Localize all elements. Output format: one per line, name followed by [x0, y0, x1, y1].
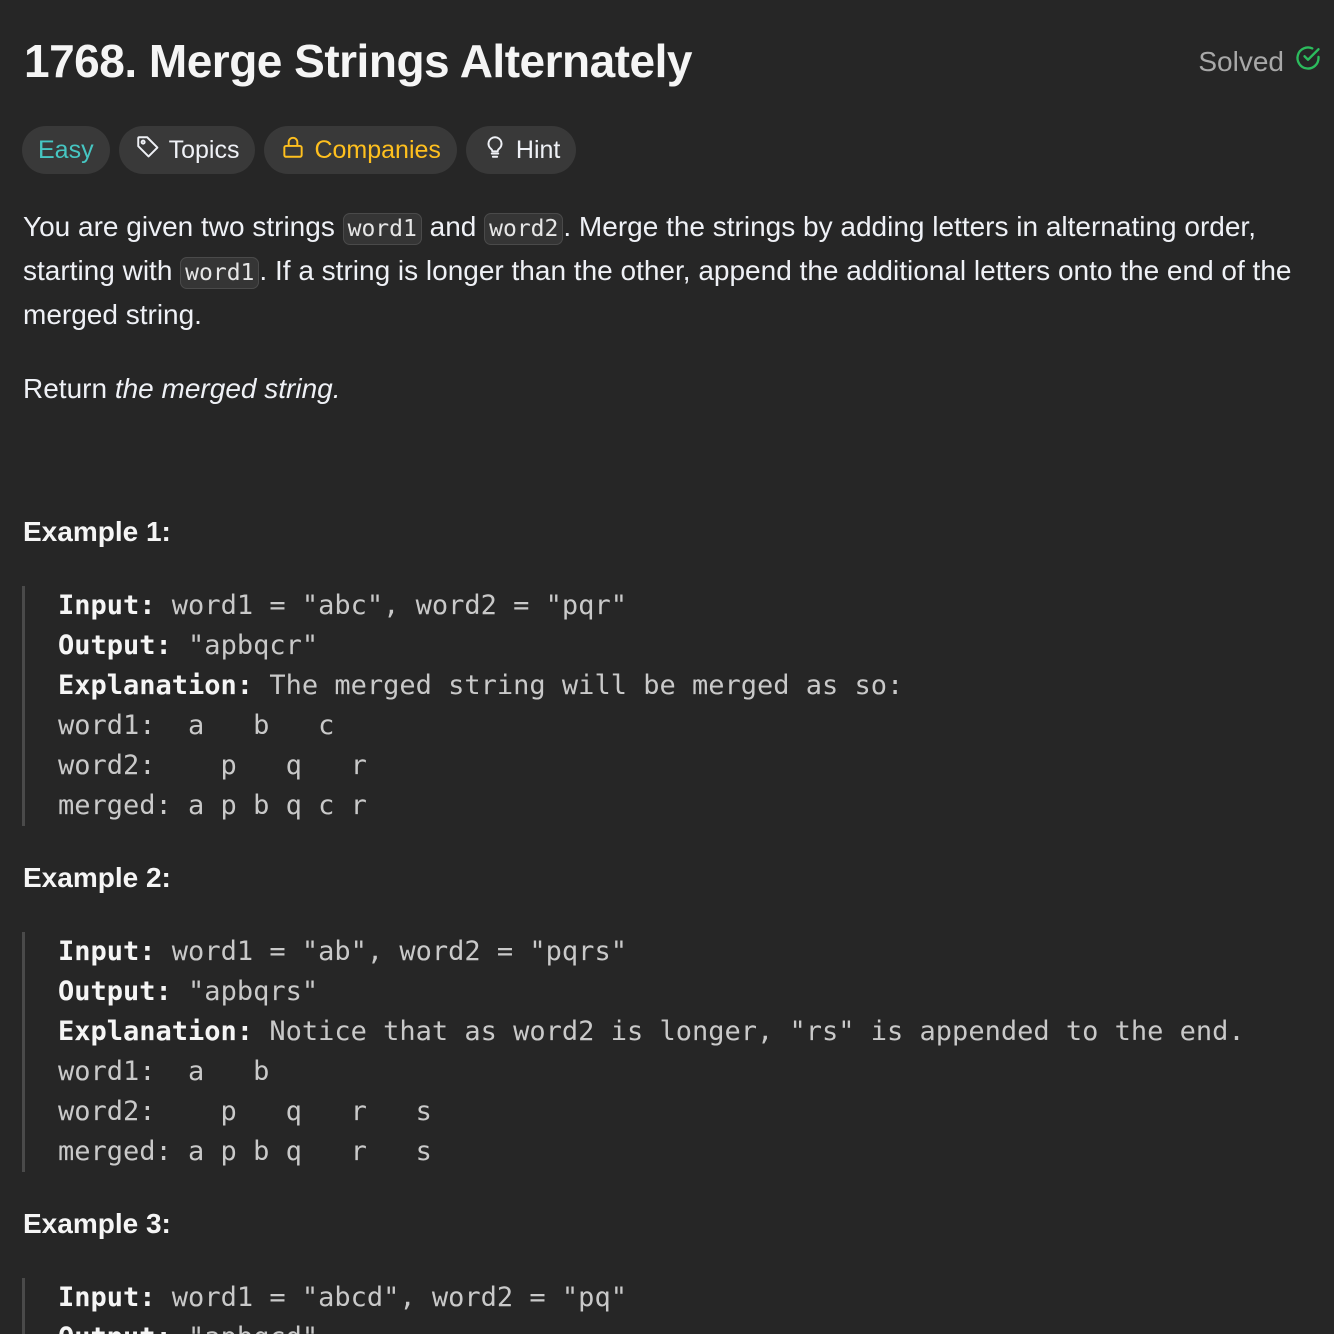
- example-output-row: Output: "apbqrs": [58, 972, 1245, 1012]
- example-2-title: Example 2:: [23, 862, 171, 893]
- example-1-block: Input: word1 = "abc", word2 = "pqr" Outpu…: [22, 586, 903, 826]
- lock-icon: [280, 134, 306, 167]
- example-output-row: Output: "apbqcd": [58, 1318, 627, 1334]
- output-label: Output:: [58, 1322, 172, 1334]
- solved-status: Solved: [1198, 44, 1322, 79]
- inline-code-word1: word1: [342, 213, 422, 245]
- companies-button[interactable]: Companies: [264, 126, 457, 174]
- description-paragraph: You are given two strings word1 and word…: [23, 206, 1323, 336]
- input-value: word1 = "ab", word2 = "pqrs": [155, 936, 627, 967]
- input-label: Input:: [58, 590, 156, 621]
- difficulty-badge[interactable]: Easy: [22, 126, 110, 174]
- explanation-label: Explanation:: [58, 670, 254, 701]
- example-output-row: Output: "apbqcr": [58, 626, 903, 666]
- example-detail-line: word1: a b: [58, 1056, 270, 1087]
- example-2-block: Input: word1 = "ab", word2 = "pqrs" Outpu…: [22, 932, 1245, 1172]
- tag-icon: [135, 134, 161, 167]
- explanation-value: Notice that as word2 is longer, "rs" is …: [253, 1016, 1245, 1047]
- topics-button[interactable]: Topics: [118, 126, 256, 174]
- example-detail-line: merged: a p b q c r: [58, 790, 367, 821]
- solved-label: Solved: [1198, 45, 1284, 77]
- example-input-row: Input: word1 = "abc", word2 = "pqr": [58, 586, 903, 626]
- lightbulb-icon: [482, 134, 508, 167]
- example-detail-line: word2: p q r: [58, 750, 367, 781]
- topics-label: Topics: [168, 135, 240, 164]
- problem-title: 1768. Merge Strings Alternately: [24, 35, 692, 87]
- example-detail-line: merged: a p b q r s: [58, 1136, 432, 1167]
- explanation-value: The merged string will be merged as so:: [253, 670, 904, 701]
- input-value: word1 = "abcd", word2 = "pq": [155, 1282, 627, 1313]
- example-input-row: Input: word1 = "abcd", word2 = "pq": [58, 1278, 627, 1318]
- explanation-label: Explanation:: [58, 1016, 254, 1047]
- hint-label: Hint: [515, 135, 561, 164]
- return-paragraph: Return the merged string.: [23, 368, 1323, 410]
- return-text: Return: [23, 373, 115, 404]
- companies-label: Companies: [314, 135, 441, 164]
- difficulty-label: Easy: [38, 135, 94, 164]
- example-explanation-row: Explanation: Notice that as word2 is lon…: [58, 1012, 1245, 1052]
- tag-bar: Easy Topics Companies Hint: [22, 126, 577, 174]
- input-label: Input:: [58, 1282, 156, 1313]
- example-1-title: Example 1:: [23, 516, 171, 547]
- example-explanation-row: Explanation: The merged string will be m…: [58, 666, 903, 706]
- example-detail-line: word1: a b c: [58, 710, 335, 741]
- problem-description: You are given two strings word1 and word…: [23, 206, 1323, 410]
- output-value: "apbqrs": [171, 976, 319, 1007]
- inline-code-word1: word1: [180, 257, 260, 289]
- example-3-title: Example 3:: [23, 1208, 171, 1239]
- inline-code-word2: word2: [484, 213, 564, 245]
- example-3-block: Input: word1 = "abcd", word2 = "pq"Outpu…: [22, 1278, 627, 1334]
- example-input-row: Input: word1 = "ab", word2 = "pqrs": [58, 932, 1245, 972]
- check-circle-icon: [1294, 44, 1322, 79]
- output-label: Output:: [58, 630, 172, 661]
- input-label: Input:: [58, 936, 156, 967]
- return-emphasis: the merged string: [114, 373, 333, 404]
- output-value: "apbqcr": [171, 630, 319, 661]
- return-period: .: [332, 373, 341, 404]
- description-text: and: [421, 211, 485, 242]
- example-detail-line: word2: p q r s: [58, 1096, 432, 1127]
- description-text: You are given two strings: [23, 211, 343, 242]
- hint-button[interactable]: Hint: [465, 126, 577, 174]
- output-label: Output:: [58, 976, 172, 1007]
- output-value: "apbqcd": [172, 1322, 318, 1334]
- input-value: word1 = "abc", word2 = "pqr": [155, 590, 627, 621]
